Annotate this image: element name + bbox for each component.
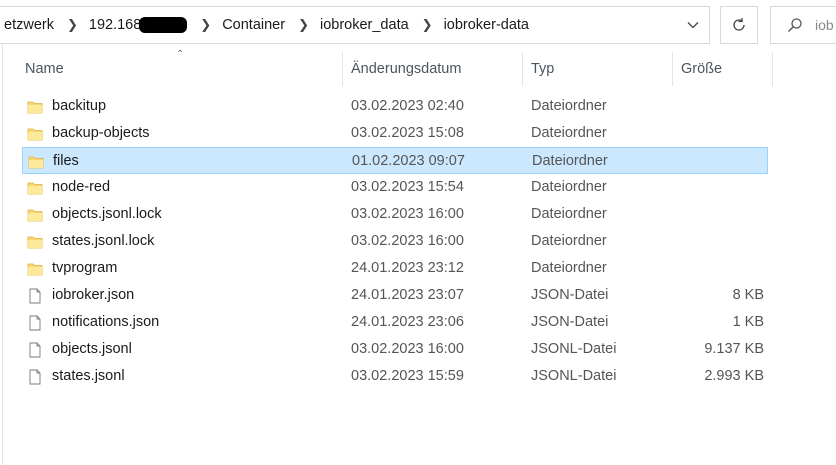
chevron-right-icon[interactable]: ❯	[413, 17, 440, 33]
file-type: Dateiordner	[531, 98, 607, 114]
file-modified-date: 24.01.2023 23:07	[351, 287, 464, 303]
column-header-type-label: Typ	[531, 61, 555, 77]
file-type: JSON-Datei	[531, 287, 609, 303]
search-icon	[787, 17, 803, 33]
file-modified-date: 03.02.2023 15:54	[351, 179, 464, 195]
file-modified-date: 24.01.2023 23:12	[351, 260, 464, 276]
file-name: notifications.json	[52, 314, 160, 330]
file-row[interactable]: node-red 03.02.2023 15:54 Dateiordner	[22, 174, 768, 201]
refresh-icon	[733, 18, 745, 31]
folder-icon	[27, 260, 43, 276]
breadcrumb-item-iobroker-data[interactable]: iobroker-data	[440, 17, 533, 33]
file-modified-date: 03.02.2023 02:40	[351, 98, 464, 114]
search-placeholder: iob	[815, 17, 834, 33]
file-modified-date: 03.02.2023 16:00	[351, 233, 464, 249]
file-name: objects.jsonl	[52, 341, 132, 357]
file-name: objects.jsonl.lock	[52, 206, 162, 222]
chevron-right-icon[interactable]: ❯	[191, 17, 218, 33]
file-size: 8 KB	[732, 287, 764, 303]
file-size: 1 KB	[732, 314, 764, 330]
file-type: Dateiordner	[531, 233, 607, 249]
breadcrumb-item-host[interactable]: 192.168	[85, 17, 191, 34]
file-row[interactable]: states.jsonl 03.02.2023 15:59 JSONL-Datei 2…	[22, 363, 768, 390]
file-row[interactable]: objects.jsonl 03.02.2023 16:00 JSONL-Datei…	[22, 336, 768, 363]
file-type: Dateiordner	[532, 153, 608, 169]
file-row[interactable]: backup-objects 03.02.2023 15:08 Dateiordne…	[22, 120, 768, 147]
file-type: Dateiordner	[531, 206, 607, 222]
column-divider[interactable]	[772, 52, 773, 86]
file-type: JSON-Datei	[531, 314, 609, 330]
file-icon	[27, 341, 43, 358]
column-header-size-label: Größe	[681, 61, 723, 77]
folder-icon	[28, 153, 44, 169]
file-name: files	[53, 153, 79, 169]
column-header-type[interactable]: Typ	[531, 52, 671, 86]
address-history-dropdown[interactable]	[676, 6, 710, 44]
column-header-date-label: Änderungsdatum	[351, 61, 462, 77]
folder-icon	[27, 206, 43, 222]
file-row[interactable]: objects.jsonl.lock 03.02.2023 16:00 Dateio…	[22, 201, 768, 228]
column-header-name-label: Name	[25, 61, 64, 77]
search-box[interactable]: iob	[770, 6, 836, 44]
file-modified-date: 03.02.2023 16:00	[351, 206, 464, 222]
breadcrumb-item-netzwerk[interactable]: etzwerk	[0, 17, 58, 33]
address-bar[interactable]: etzwerk ❯ 192.168 ❯ Container ❯ iobroker…	[0, 6, 710, 44]
folder-icon	[27, 179, 43, 195]
breadcrumb-item-iobroker_data[interactable]: iobroker_data	[316, 17, 413, 33]
column-header-size[interactable]: Größe	[681, 52, 771, 86]
folder-icon	[27, 233, 43, 249]
refresh-button[interactable]	[720, 6, 758, 44]
file-modified-date: 03.02.2023 16:00	[351, 341, 464, 357]
pane-border	[2, 44, 3, 465]
breadcrumb-item-container[interactable]: Container	[218, 17, 289, 33]
file-name: backitup	[52, 98, 107, 114]
file-type: JSONL-Datei	[531, 368, 617, 384]
folder-icon	[27, 98, 43, 114]
file-name: backup-objects	[52, 125, 150, 141]
file-name: states.jsonl.lock	[52, 233, 155, 249]
file-icon	[27, 287, 43, 304]
file-row[interactable]: states.jsonl.lock 03.02.2023 16:00 Dateior…	[22, 228, 768, 255]
file-modified-date: 24.01.2023 23:06	[351, 314, 464, 330]
file-modified-date: 01.02.2023 09:07	[352, 153, 465, 169]
column-divider[interactable]	[522, 52, 523, 86]
file-modified-date: 03.02.2023 15:08	[351, 125, 464, 141]
file-icon	[27, 314, 43, 331]
chevron-down-icon	[687, 22, 699, 29]
column-divider[interactable]	[672, 52, 673, 86]
column-header-name[interactable]: Name	[25, 52, 342, 86]
file-type: JSONL-Datei	[531, 341, 617, 357]
folder-icon	[27, 125, 43, 141]
file-size: 2.993 KB	[704, 368, 764, 384]
file-type: Dateiordner	[531, 125, 607, 141]
file-size: 9.137 KB	[704, 341, 764, 357]
file-icon	[27, 368, 43, 385]
file-row[interactable]: iobroker.json 24.01.2023 23:07 JSON-Datei 8…	[22, 282, 768, 309]
file-modified-date: 03.02.2023 15:59	[351, 368, 464, 384]
column-header-date[interactable]: Änderungsdatum	[351, 52, 521, 86]
file-name: iobroker.json	[52, 287, 135, 303]
file-row[interactable]: notifications.json 24.01.2023 23:06 JSON-D…	[22, 309, 768, 336]
breadcrumb: etzwerk ❯ 192.168 ❯ Container ❯ iobroker…	[0, 17, 533, 34]
file-name: states.jsonl	[52, 368, 125, 384]
file-row[interactable]: backitup 03.02.2023 02:40 Dateiordner	[22, 93, 768, 120]
chevron-right-icon[interactable]: ❯	[289, 17, 316, 33]
file-row[interactable]: tvprogram 24.01.2023 23:12 Dateiordner	[22, 255, 768, 282]
file-name: node-red	[52, 179, 111, 195]
file-type: Dateiordner	[531, 179, 607, 195]
redaction-mark	[139, 17, 188, 34]
file-row[interactable]: files 01.02.2023 09:07 Dateiordner	[22, 147, 768, 174]
chevron-right-icon[interactable]: ❯	[58, 17, 85, 33]
file-type: Dateiordner	[531, 260, 607, 276]
file-name: tvprogram	[52, 260, 118, 276]
column-divider[interactable]	[342, 52, 343, 86]
